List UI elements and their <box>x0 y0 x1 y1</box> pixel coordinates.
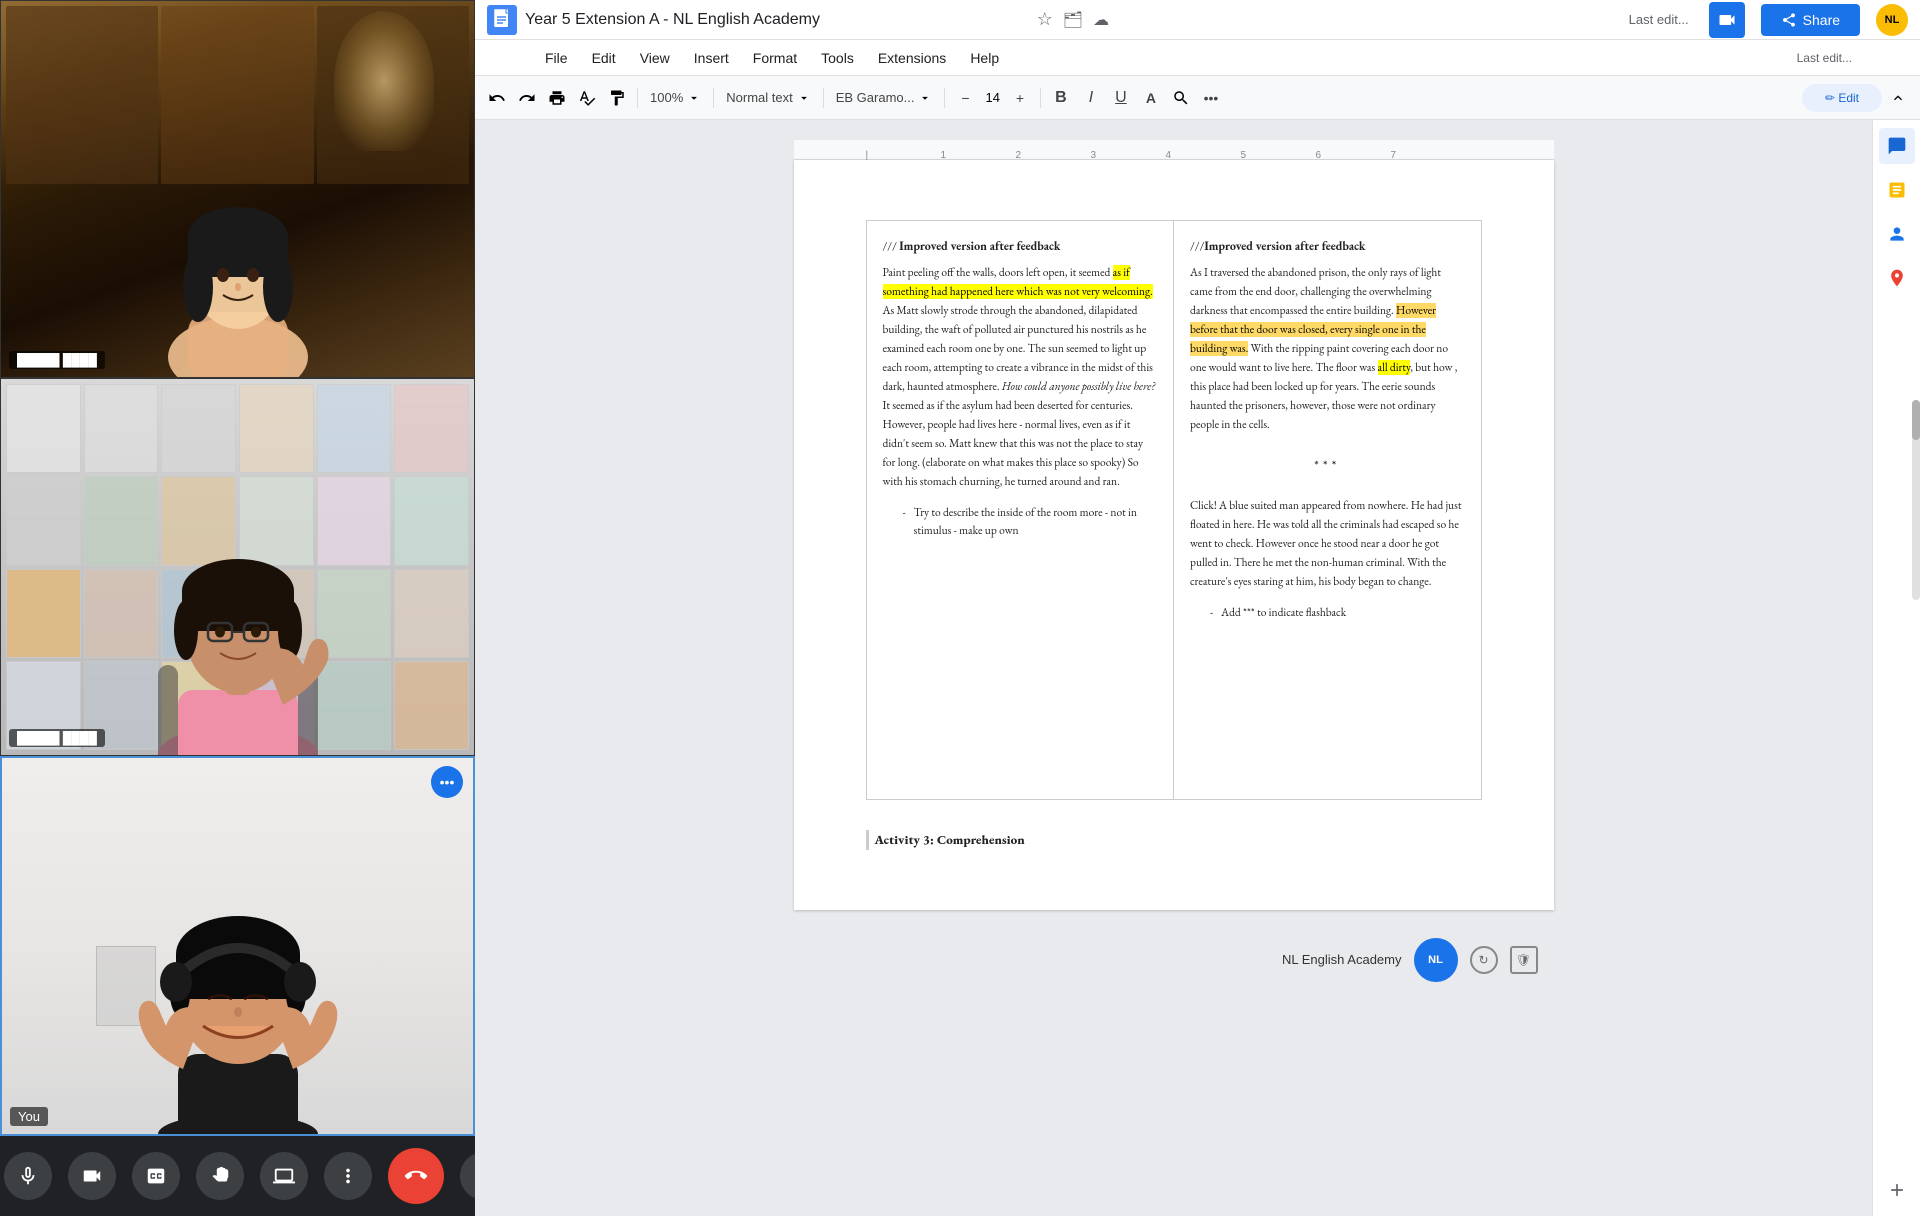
paint-format-button[interactable] <box>603 84 631 112</box>
font-value: EB Garamo... <box>836 90 915 105</box>
redo-button[interactable] <box>513 84 541 112</box>
shield-icon[interactable]: 🛡 <box>1510 946 1538 974</box>
doc-column-2: ///Improved version after feedback As I … <box>1174 221 1481 799</box>
sidebar-chat-icon[interactable] <box>1879 128 1915 164</box>
activity-title: Activity 3: Comprehension <box>875 830 1482 850</box>
style-value: Normal text <box>726 90 792 105</box>
mute-button[interactable] <box>4 1152 52 1200</box>
zoom-value: 100% <box>650 90 683 105</box>
captions-button[interactable] <box>132 1152 180 1200</box>
more-controls-button[interactable] <box>324 1152 372 1200</box>
undo-button[interactable] <box>483 84 511 112</box>
col2-bullet: - Add *** to indicate flashback <box>1210 604 1465 622</box>
separator-4 <box>944 88 945 108</box>
font-dropdown[interactable]: EB Garamo... <box>830 84 939 112</box>
increase-font-button[interactable]: + <box>1006 84 1034 112</box>
menu-format[interactable]: Format <box>743 46 807 70</box>
video-tile-you: You ••• <box>0 756 475 1136</box>
present-button[interactable] <box>260 1152 308 1200</box>
text-color-button[interactable]: A <box>1137 84 1165 112</box>
docs-panel: Year 5 Extension A - NL English Academy … <box>475 0 1920 1216</box>
style-dropdown[interactable]: Normal text <box>720 84 816 112</box>
separator-stars: *** <box>1190 455 1465 477</box>
raise-hand-button[interactable] <box>196 1152 244 1200</box>
document-area: | 1 2 3 4 5 6 7 <box>475 120 1872 1216</box>
more-options-button[interactable]: ••• <box>431 766 463 798</box>
title-bar: Year 5 Extension A - NL English Academy … <box>475 0 1920 40</box>
end-call-button[interactable] <box>388 1148 444 1204</box>
user-avatar[interactable]: NL <box>1876 4 1908 36</box>
refresh-icon[interactable]: ↻ <box>1470 946 1498 974</box>
toolbar: 100% Normal text EB Garamo... − 14 + B I… <box>475 76 1920 120</box>
font-size-display: 14 <box>981 90 1003 105</box>
video-tile-1: █████ ████ <box>0 0 475 378</box>
sidebar-maps-icon[interactable] <box>1879 260 1915 296</box>
camera-button[interactable] <box>68 1152 116 1200</box>
video-tile-2: █████ ████ <box>0 378 475 756</box>
col1-bullet: - Try to describe the inside of the room… <box>903 504 1158 541</box>
underline-button[interactable]: U <box>1107 84 1135 112</box>
separator-2 <box>713 88 714 108</box>
sidebar-contacts-icon[interactable] <box>1879 216 1915 252</box>
participant-1-name: █████ ████ <box>9 351 105 369</box>
separator-3 <box>823 88 824 108</box>
controls-bar: t... <box>0 1136 475 1216</box>
you-label: You <box>10 1107 48 1126</box>
col2-header: Improved version after feedback <box>1204 238 1365 254</box>
video-tiles: █████ ████ <box>0 0 475 1136</box>
menu-bar: File Edit View Insert Format Tools Exten… <box>475 40 1920 76</box>
collapse-toolbar-button[interactable] <box>1884 84 1912 112</box>
share-button[interactable]: Share <box>1761 4 1860 36</box>
vertical-scrollbar[interactable] <box>1912 400 1920 600</box>
menu-extensions[interactable]: Extensions <box>868 46 956 70</box>
activity-section: Activity 3: Comprehension <box>866 830 1482 850</box>
zoom-dropdown[interactable]: 100% <box>644 84 707 112</box>
menu-help[interactable]: Help <box>960 46 1009 70</box>
right-sidebar <box>1872 120 1920 1216</box>
separator-5 <box>1040 88 1041 108</box>
edit-mode-button[interactable]: ✏ Edit <box>1802 84 1882 112</box>
sidebar-explore-icon[interactable] <box>1879 172 1915 208</box>
bold-button[interactable]: B <box>1047 84 1075 112</box>
document-page: /// Improved version after feedback Pain… <box>794 160 1554 910</box>
last-edit-info: Last edit... <box>1629 12 1689 27</box>
nl-badge: NL <box>1414 938 1458 982</box>
print-button[interactable] <box>543 84 571 112</box>
more-toolbar-button[interactable]: ••• <box>1197 84 1225 112</box>
participant-2-name: █████ ████ <box>9 729 105 747</box>
doc-column-1: /// Improved version after feedback Pain… <box>867 221 1175 799</box>
menu-tools[interactable]: Tools <box>811 46 864 70</box>
last-edit-text: Last edit... <box>1797 51 1852 65</box>
meet-icon-button[interactable] <box>1709 2 1745 38</box>
col1-header: Improved version after feedback <box>899 238 1060 254</box>
academy-name: NL English Academy <box>1282 952 1401 967</box>
italic-button[interactable]: I <box>1077 84 1105 112</box>
doc-title: Year 5 Extension A - NL English Academy <box>525 11 1029 29</box>
cloud-icon[interactable]: ☁ <box>1093 10 1109 30</box>
spell-check-button[interactable] <box>573 84 601 112</box>
doc-footer: NL English Academy NL ↻ 🛡 <box>794 930 1554 990</box>
docs-app-icon <box>487 5 517 35</box>
video-panel: █████ ████ <box>0 0 475 1216</box>
star-icon[interactable]: ☆ <box>1037 9 1053 30</box>
title-icons: ☆ 🗂 ☁ <box>1037 9 1109 30</box>
menu-insert[interactable]: Insert <box>684 46 739 70</box>
menu-edit[interactable]: Edit <box>582 46 626 70</box>
menu-file[interactable]: File <box>535 46 578 70</box>
separator-1 <box>637 88 638 108</box>
folder-icon[interactable]: 🗂 <box>1063 10 1083 30</box>
decrease-font-button[interactable]: − <box>951 84 979 112</box>
menu-view[interactable]: View <box>630 46 680 70</box>
share-label: Share <box>1803 12 1840 28</box>
sidebar-add-icon[interactable] <box>1879 1172 1915 1208</box>
highlight-button[interactable] <box>1167 84 1195 112</box>
